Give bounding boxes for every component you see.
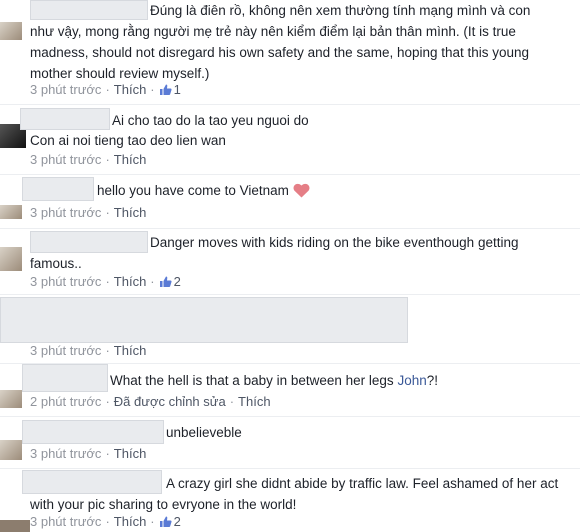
divider (0, 174, 580, 175)
like-link[interactable]: Thích (114, 274, 147, 289)
avatar[interactable] (0, 22, 22, 40)
comment-meta: 3 phút trước · Thích · 1 (30, 82, 181, 97)
divider (0, 228, 580, 229)
like-link[interactable]: Thích (114, 152, 147, 167)
heart-icon (293, 183, 310, 198)
like-count[interactable]: 1 (174, 82, 181, 97)
comment-text: What the hell is that a baby in between … (110, 373, 438, 388)
like-link[interactable]: Thích (114, 446, 147, 461)
like-link[interactable]: Thích (114, 82, 147, 97)
author-name-redacted[interactable] (22, 420, 164, 444)
like-count[interactable]: 2 (174, 274, 181, 289)
comment-text: A crazy girl she didnt abide by traffic … (30, 476, 559, 512)
comment-text-line2: Con ai noi tieng tao deo lien wan (30, 133, 226, 148)
like-link[interactable]: Thích (238, 394, 271, 409)
author-name-redacted[interactable] (22, 364, 108, 392)
mention-link[interactable]: John (397, 373, 426, 388)
comment-time[interactable]: 3 phút trước (30, 343, 101, 358)
comment-meta: 2 phút trước · Đã được chỉnh sửa · Thích (30, 394, 271, 409)
like-link[interactable]: Thích (114, 343, 147, 358)
comment-text: Đúng là điên rồ, không nên xem thường tí… (30, 3, 531, 81)
comment-meta: 3 phút trước · Thích · 2 (30, 514, 181, 529)
avatar[interactable] (0, 247, 22, 271)
like-link[interactable]: Thích (114, 205, 147, 220)
comment-meta: 3 phút trước · Thích (30, 343, 147, 358)
avatar[interactable] (0, 390, 22, 408)
like-count[interactable]: 2 (174, 514, 181, 529)
edited-link[interactable]: Đã được chỉnh sửa (114, 394, 226, 409)
comment-time[interactable]: 2 phút trước (30, 394, 101, 409)
avatar[interactable] (0, 205, 22, 219)
comment-time[interactable]: 3 phút trước (30, 152, 101, 167)
divider (0, 104, 580, 105)
comment-text: Danger moves with kids riding on the bik… (30, 235, 519, 271)
comment-text: Ai cho tao do la tao yeu nguoi do (112, 113, 309, 128)
comment-time[interactable]: 3 phút trước (30, 205, 101, 220)
author-name-redacted[interactable] (20, 108, 110, 130)
comment-meta: 3 phút trước · Thích (30, 205, 147, 220)
comment-time[interactable]: 3 phút trước (30, 82, 101, 97)
divider (0, 294, 580, 295)
comment-time[interactable]: 3 phút trước (30, 274, 101, 289)
like-link[interactable]: Thích (114, 514, 147, 529)
comment-meta: 3 phút trước · Thích (30, 446, 147, 461)
comment-text: unbelieveble (166, 425, 242, 440)
avatar[interactable] (0, 440, 22, 460)
author-name-redacted[interactable] (22, 177, 94, 201)
divider (0, 416, 580, 417)
divider (0, 468, 580, 469)
thumbs-up-icon (159, 84, 172, 95)
comment-time[interactable]: 3 phút trước (30, 446, 101, 461)
comment-meta: 3 phút trước · Thích · 2 (30, 274, 181, 289)
comment-meta: 3 phút trước · Thích (30, 152, 147, 167)
thumbs-up-icon (159, 516, 172, 527)
thumbs-up-icon (159, 276, 172, 287)
avatar[interactable] (0, 520, 30, 532)
comment-time[interactable]: 3 phút trước (30, 514, 101, 529)
comment-redacted (0, 297, 408, 343)
comment-text: hello you have come to Vietnam (97, 180, 537, 201)
